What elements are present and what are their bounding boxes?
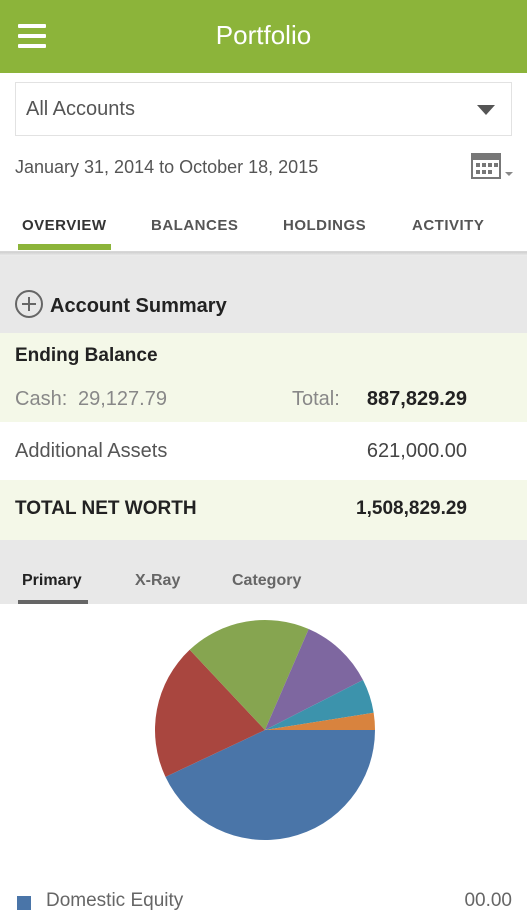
- legend-value: 00.00: [464, 890, 512, 911]
- tab-balances[interactable]: BALANCES: [151, 217, 238, 234]
- allocation-pie-chart[interactable]: [150, 615, 380, 845]
- cash-label: Cash:: [15, 388, 68, 410]
- tab-activity[interactable]: ACTIVITY: [412, 217, 484, 234]
- tab-holdings[interactable]: HOLDINGS: [283, 217, 366, 234]
- chart-tab-category[interactable]: Category: [232, 572, 301, 590]
- tab-overview[interactable]: OVERVIEW: [22, 217, 107, 234]
- ending-balance-title: Ending Balance: [15, 345, 158, 366]
- legend-label: Domestic Equity: [46, 890, 184, 911]
- total-value: 887,829.29: [366, 388, 467, 410]
- cash-value: 29,127.79: [78, 388, 167, 410]
- net-worth-value: 1,508,829.29: [356, 498, 467, 519]
- account-select-value: All Accounts: [26, 98, 135, 120]
- account-summary-title: Account Summary: [50, 295, 227, 317]
- expand-plus-icon[interactable]: [14, 289, 44, 319]
- page-title: Portfolio: [215, 20, 312, 50]
- net-worth-label: TOTAL NET WORTH: [15, 498, 197, 519]
- total-label: Total:: [292, 388, 340, 410]
- additional-assets-label: Additional Assets: [15, 440, 168, 462]
- tab-active-indicator: [18, 244, 111, 250]
- dropdown-caret-icon: [477, 105, 495, 115]
- additional-assets-value: 621,000.00: [366, 440, 467, 462]
- chart-tab-primary[interactable]: Primary: [22, 572, 82, 590]
- date-range: January 31, 2014 to October 18, 2015: [15, 157, 319, 177]
- legend-swatch: [17, 896, 31, 910]
- chart-tab-active-indicator: [18, 600, 88, 604]
- account-select[interactable]: All Accounts: [15, 82, 512, 136]
- chart-tab-xray[interactable]: X-Ray: [135, 572, 180, 590]
- calendar-icon[interactable]: [470, 150, 516, 182]
